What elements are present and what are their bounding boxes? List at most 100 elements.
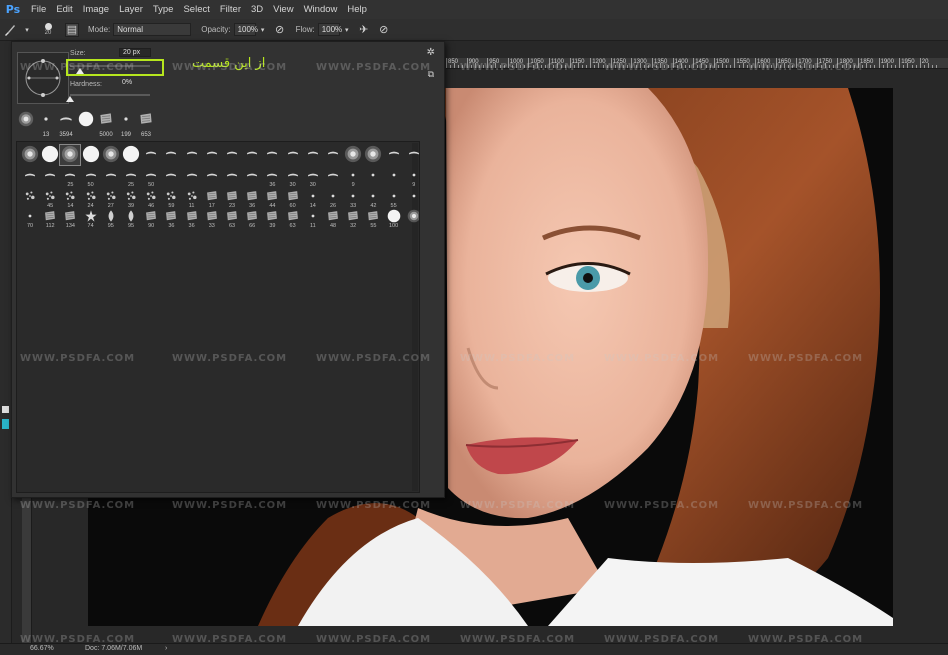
brush-preset[interactable]: 90 [141,208,161,229]
brush-preset[interactable]: 39 [121,188,141,209]
brush-preset[interactable]: 39 [262,208,282,229]
menu-edit[interactable]: Edit [51,0,77,19]
recent-brush[interactable]: 199 [115,110,137,138]
menu-file[interactable]: File [26,0,51,19]
menu-filter[interactable]: Filter [215,0,246,19]
mode-select[interactable]: Normal [113,23,192,36]
brush-preset[interactable] [202,145,222,165]
brush-preset[interactable]: 50 [141,167,161,188]
brush-preset[interactable]: 36 [262,167,282,188]
brush-preset[interactable]: 95 [101,208,121,229]
recent-brush[interactable]: 3594 [55,110,77,138]
brush-preset[interactable] [161,167,181,187]
brush-preset[interactable]: 27 [101,188,121,209]
brush-tool-icon[interactable] [3,23,17,37]
recent-brush[interactable]: 653 [135,110,157,138]
brush-preset[interactable]: 14 [303,188,323,209]
brush-preset[interactable]: 74 [81,208,101,229]
brush-preset[interactable] [40,167,60,187]
quickmask-icon[interactable] [2,419,9,429]
brush-preset[interactable] [222,145,242,165]
menu-layer[interactable]: Layer [114,0,148,19]
airbrush-icon[interactable]: ✈ [357,23,371,37]
brush-preset[interactable] [404,208,419,228]
brush-preset[interactable]: 55 [363,208,383,229]
brush-preset[interactable] [363,167,383,187]
brush-preset[interactable] [262,145,282,165]
menu-help[interactable]: Help [342,0,372,19]
brush-preset[interactable] [323,167,343,187]
chevron-down-icon[interactable]: ▾ [259,23,267,37]
brush-preset[interactable]: 100 [384,208,404,229]
menu-select[interactable]: Select [178,0,214,19]
pressure-opacity-icon[interactable]: ⊘ [273,23,287,37]
brush-preset[interactable]: 9 [404,167,419,188]
brush-preset[interactable]: 33 [343,188,363,209]
brush-preset[interactable] [343,145,363,165]
recent-brush[interactable] [75,110,97,138]
brush-preset[interactable] [141,145,161,165]
brush-preset[interactable] [101,167,121,187]
brush-preset[interactable]: 30 [283,167,303,188]
brush-preset[interactable]: 23 [222,188,242,209]
brush-preset[interactable] [283,145,303,165]
brush-preset[interactable] [40,145,60,165]
brush-preview[interactable] [17,52,69,104]
brush-preset[interactable]: 33 [202,208,222,229]
brush-preset[interactable]: 25 [60,167,80,188]
recent-brush[interactable]: 13 [35,110,57,138]
brush-preset[interactable]: 42 [363,188,383,209]
brush-preset[interactable]: 36 [182,208,202,229]
brush-preset[interactable]: 63 [222,208,242,229]
tool-swatch-icon[interactable] [2,406,9,413]
brush-preset[interactable] [242,145,262,165]
brush-preset[interactable]: 36 [242,188,262,209]
flow-field[interactable]: 100% [317,23,342,36]
brush-preset[interactable]: 45 [40,188,60,209]
status-arrow-icon[interactable]: › [165,645,167,652]
brush-preset[interactable]: 60 [283,188,303,209]
brush-preset[interactable] [81,145,101,165]
brush-preset[interactable] [242,167,262,187]
brush-preset[interactable] [161,145,181,165]
doc-size-readout[interactable]: Doc: 7.06M/7.06M [85,645,142,652]
brush-preset[interactable] [384,145,404,165]
recent-brush[interactable] [15,110,37,138]
brush-preset[interactable] [20,167,40,187]
menu-3d[interactable]: 3D [246,0,268,19]
brush-preset[interactable]: 11 [303,208,323,229]
brush-preset[interactable]: 44 [262,188,282,209]
gear-icon[interactable]: ✲ [427,47,435,58]
brush-preset[interactable]: 55 [384,188,404,209]
brush-preset[interactable] [303,145,323,165]
chevron-down-icon[interactable]: ▾ [23,23,31,37]
menu-window[interactable]: Window [299,0,343,19]
brush-preset[interactable] [20,145,40,165]
brush-preset[interactable]: 50 [81,167,101,188]
brush-preset[interactable]: 32 [343,208,363,229]
brush-preset[interactable]: 134 [60,208,80,229]
brush-preset[interactable]: 59 [161,188,181,209]
brush-preset[interactable] [363,145,383,165]
hardness-field[interactable]: 0% [119,79,151,88]
brush-preset[interactable] [59,144,82,166]
brush-preset[interactable] [404,145,419,165]
zoom-readout[interactable]: 66.67% [30,645,54,652]
brush-preset[interactable] [20,188,40,208]
brush-preset[interactable]: 11 [182,188,202,209]
brush-preset[interactable] [222,167,242,187]
brush-preset[interactable]: 9 [343,167,363,188]
opacity-field[interactable]: 100% [233,23,258,36]
brush-preset[interactable]: 36 [161,208,181,229]
hardness-slider-track[interactable] [70,94,150,96]
menu-view[interactable]: View [268,0,298,19]
brush-preset[interactable]: 14 [60,188,80,209]
brush-preset-picker[interactable]: 20 [38,23,58,36]
brush-preset[interactable]: 25 [121,167,141,188]
brush-preset[interactable]: 26 [323,188,343,209]
pressure-size-icon[interactable]: ⊘ [377,23,391,37]
brush-preset[interactable] [404,188,419,208]
menu-image[interactable]: Image [78,0,114,19]
brush-preset[interactable] [182,167,202,187]
brush-preset[interactable] [182,145,202,165]
